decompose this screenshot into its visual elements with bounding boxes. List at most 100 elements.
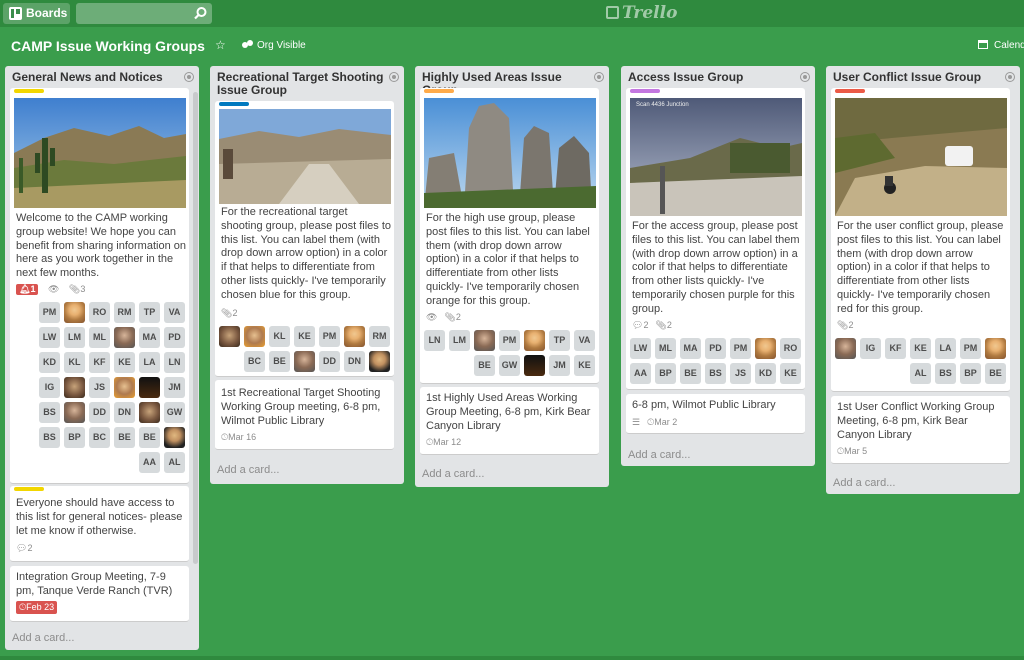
member-avatar[interactable]: BE [139,427,160,448]
member-avatar[interactable]: PD [705,338,726,359]
member-avatar-photo[interactable] [219,326,240,347]
member-avatar[interactable]: KF [885,338,906,359]
member-avatar[interactable]: AL [910,363,931,384]
member-avatar[interactable]: LN [164,352,185,373]
member-avatar[interactable]: PM [499,330,520,351]
member-avatar[interactable]: LA [935,338,956,359]
list-title[interactable]: General News and Notices [12,71,181,84]
list-menu-icon[interactable] [800,72,810,82]
member-avatar[interactable]: ML [89,327,110,348]
member-avatar-photo[interactable] [114,377,135,398]
member-avatar[interactable]: RM [114,302,135,323]
member-avatar[interactable]: BP [655,363,676,384]
member-avatar[interactable]: BS [935,363,956,384]
member-avatar[interactable]: PM [730,338,751,359]
member-avatar[interactable]: LW [39,327,60,348]
member-avatar-photo[interactable] [835,338,856,359]
search-input[interactable] [76,3,212,24]
card-target-shooting-info[interactable]: For the recreational target shooting gro… [215,101,394,377]
member-avatar-photo[interactable] [474,330,495,351]
member-avatar[interactable]: KL [64,352,85,373]
member-avatar[interactable]: MA [680,338,701,359]
list-menu-icon[interactable] [389,72,399,82]
member-avatar[interactable]: BE [680,363,701,384]
member-avatar[interactable]: RO [89,302,110,323]
member-avatar[interactable]: PD [164,327,185,348]
card-access-info[interactable]: Scan 4436 Junction For the access group,… [626,88,805,390]
member-avatar-photo[interactable] [294,351,315,372]
member-avatar[interactable]: PM [960,338,981,359]
member-avatar-photo[interactable] [139,402,160,423]
member-avatar[interactable]: KF [89,352,110,373]
member-avatar-photo[interactable] [524,330,545,351]
member-avatar-photo[interactable] [164,427,185,448]
member-avatar[interactable]: KE [294,326,315,347]
board-title[interactable]: CAMP Issue Working Groups [11,38,205,54]
card-user-conflict-meeting[interactable]: 1st User Conflict Working Group Meeting,… [831,396,1010,464]
member-avatar-photo[interactable] [755,338,776,359]
member-avatar[interactable]: JS [730,363,751,384]
star-icon[interactable]: ☆ [215,38,226,52]
member-avatar[interactable]: PM [319,326,340,347]
card-user-conflict-info[interactable]: For the user conflict group, please post… [831,88,1010,392]
member-avatar[interactable]: GW [164,402,185,423]
add-card-link[interactable]: Add a card... [833,477,895,489]
add-card-link[interactable]: Add a card... [12,632,74,644]
add-card-link[interactable]: Add a card... [628,449,690,461]
card-welcome[interactable]: Welcome to the CAMP working group websit… [10,88,189,484]
add-card-link[interactable]: Add a card... [217,464,279,476]
member-avatar[interactable]: LM [64,327,85,348]
list-header[interactable]: User Conflict Issue Group [826,66,1020,86]
member-avatar[interactable]: DN [344,351,365,372]
member-avatar[interactable]: VA [574,330,595,351]
member-avatar-photo[interactable] [985,338,1006,359]
member-avatar-photo[interactable] [369,351,390,372]
member-avatar[interactable]: AA [630,363,651,384]
search-icon[interactable] [193,6,208,21]
list-menu-icon[interactable] [594,72,604,82]
member-avatar[interactable]: TP [549,330,570,351]
member-avatar[interactable]: BE [114,427,135,448]
member-avatar[interactable]: KE [910,338,931,359]
horizontal-scrollbar[interactable] [0,656,1024,660]
member-avatar[interactable]: LN [424,330,445,351]
member-avatar[interactable]: JM [164,377,185,398]
member-avatar[interactable]: AA [139,452,160,473]
member-avatar[interactable]: IG [39,377,60,398]
list-header[interactable]: Access Issue Group [621,66,815,86]
member-avatar[interactable]: DN [114,402,135,423]
member-avatar[interactable]: BS [705,363,726,384]
member-avatar-photo[interactable] [64,402,85,423]
member-avatar[interactable]: JM [549,355,570,376]
card-high-use-meeting[interactable]: 1st Highly Used Areas Working Group Meet… [420,387,599,455]
member-avatar[interactable]: LM [449,330,470,351]
member-avatar[interactable]: TP [139,302,160,323]
member-avatar[interactable]: KE [780,363,801,384]
add-card-link[interactable]: Add a card... [422,468,484,480]
member-avatar[interactable]: BS [39,427,60,448]
card-high-use-info[interactable]: For the high use group, please post file… [420,88,599,384]
member-avatar[interactable]: LA [139,352,160,373]
member-avatar[interactable]: BP [64,427,85,448]
list-title[interactable]: Access Issue Group [628,71,797,84]
member-avatar-photo[interactable] [64,377,85,398]
list-menu-icon[interactable] [1005,72,1015,82]
member-avatar[interactable]: KL [269,326,290,347]
member-avatar[interactable]: KD [39,352,60,373]
card-target-shooting-meeting[interactable]: 1st Recreational Target Shooting Working… [215,380,394,450]
member-avatar-photo[interactable] [64,302,85,323]
boards-button[interactable]: Boards [3,3,70,24]
list-scrollbar[interactable] [193,92,198,564]
member-avatar[interactable]: BS [39,402,60,423]
member-avatar[interactable]: RO [780,338,801,359]
member-avatar[interactable]: RM [369,326,390,347]
list-title[interactable]: User Conflict Issue Group [833,71,1002,84]
member-avatar-photo[interactable] [139,377,160,398]
card-integration-meeting[interactable]: Integration Group Meeting, 7-9 pm, Tanqu… [10,566,189,622]
member-avatar[interactable]: KD [755,363,776,384]
visibility-button[interactable]: Org Visible [242,40,306,51]
member-avatar[interactable]: ML [655,338,676,359]
list-header[interactable]: General News and Notices [5,66,199,86]
member-avatar[interactable]: BC [244,351,265,372]
member-avatar[interactable]: BE [474,355,495,376]
